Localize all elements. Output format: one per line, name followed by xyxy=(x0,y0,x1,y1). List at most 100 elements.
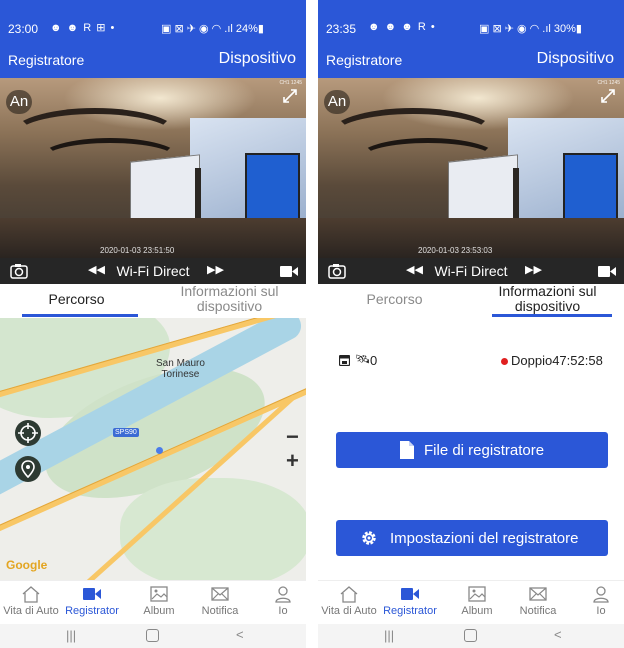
nav-label: Registrator xyxy=(383,605,437,617)
system-navigation-bar: ||| < xyxy=(318,624,624,648)
connection-mode-label: Wi-Fi Direct xyxy=(434,263,508,279)
video-scene xyxy=(563,153,618,223)
forward-icon[interactable]: ▶▶ xyxy=(525,263,542,276)
record-video-icon[interactable] xyxy=(280,265,298,278)
nav-label: Vita di Auto xyxy=(3,605,59,617)
map-pin-icon[interactable] xyxy=(15,456,41,482)
mail-icon xyxy=(529,587,547,601)
nav-label: Notifica xyxy=(519,605,557,617)
video-controls: Wi-Fi Direct ◀◀ ▶▶ xyxy=(0,258,306,284)
recorder-files-label: File di registratore xyxy=(424,442,545,459)
road-shield-label: SPS90 xyxy=(113,428,139,437)
status-notification-icons: ☻ ☻ ☻ R • xyxy=(368,21,436,33)
page-title: Registratore xyxy=(326,52,403,68)
sd-card-icon xyxy=(339,355,350,366)
recording-indicator-dot xyxy=(501,358,508,365)
tab-route[interactable]: Percorso xyxy=(318,292,471,307)
tab-device-info[interactable]: Informazioni sul dispositivo xyxy=(153,284,306,314)
recorder-files-button[interactable]: File di registratore xyxy=(336,432,608,468)
home-button[interactable] xyxy=(146,629,159,642)
nav-item-registrator[interactable]: Registrator xyxy=(379,585,441,617)
nav-label: Io xyxy=(278,605,288,617)
nav-item-vita-di-auto[interactable]: Vita di Auto xyxy=(318,585,380,617)
back-button[interactable]: < xyxy=(554,627,562,642)
video-camera-icon xyxy=(83,588,101,600)
tab-bar: Percorso Informazioni sul dispositivo xyxy=(318,284,624,318)
status-notification-icons: ☻ ☻ R ⊞ • xyxy=(50,22,116,34)
nav-label: Registrator xyxy=(65,605,119,617)
rewind-icon[interactable]: ◀◀ xyxy=(406,263,423,276)
locate-crosshair-icon[interactable] xyxy=(15,420,41,446)
video-scene xyxy=(358,138,498,178)
tab-bar: Percorso Informazioni sul dispositivo xyxy=(0,284,306,318)
nav-label: Io xyxy=(596,605,606,617)
video-channel-label: CH1 1245 xyxy=(279,80,302,86)
person-icon xyxy=(593,586,609,603)
recent-apps-button[interactable]: ||| xyxy=(384,628,394,643)
person-icon xyxy=(275,586,291,603)
recorder-settings-button[interactable]: Impostazioni del registratore xyxy=(336,520,608,556)
forward-icon[interactable]: ▶▶ xyxy=(207,263,224,276)
rewind-icon[interactable]: ◀◀ xyxy=(88,263,105,276)
status-system-icons: ▣ ⊠ ✈ ◉ ◠ .ıl 30%▮ xyxy=(479,23,582,35)
phone-screen-right: 23:35 ☻ ☻ ☻ R • ▣ ⊠ ✈ ◉ ◠ .ıl 30%▮ Regis… xyxy=(318,0,624,648)
home-button[interactable] xyxy=(464,629,477,642)
status-bar: 23:00 ☻ ☻ R ⊞ • ▣ ⊠ ✈ ◉ ◠ .ıl 24%▮ xyxy=(0,0,306,44)
app-bar: Registratore Dispositivo xyxy=(318,44,624,78)
tab-device-info-clip: Informazioni sul dispositivo xyxy=(153,284,306,315)
live-video-preview[interactable]: CH1 1245 An 2020-01-03 23:53:03 xyxy=(318,78,624,258)
zoom-out-button[interactable]: − xyxy=(286,424,299,450)
record-video-icon[interactable] xyxy=(598,265,616,278)
home-icon xyxy=(22,586,40,603)
gear-icon xyxy=(362,531,376,545)
nav-label: Album xyxy=(461,605,493,617)
tab-device-info[interactable]: Informazioni sul dispositivo xyxy=(471,284,624,314)
route-map[interactable]: San Mauro Torinese SPS90 − + Google xyxy=(0,318,306,580)
bottom-navigation: Vita di Auto Registrator Album Notifica … xyxy=(318,580,624,624)
status-time: 23:00 xyxy=(8,22,39,36)
overlay-badge[interactable]: An xyxy=(324,90,350,114)
system-navigation-bar: ||| < xyxy=(0,624,306,648)
place-name-line: Torinese xyxy=(161,369,200,380)
active-tab-indicator xyxy=(22,314,138,317)
fullscreen-icon[interactable] xyxy=(600,88,616,104)
fullscreen-icon[interactable] xyxy=(282,88,298,104)
live-video-preview[interactable]: CH1 1245 An 2020-01-03 23:51:50 xyxy=(0,78,306,258)
device-button[interactable]: Dispositivo xyxy=(537,50,614,68)
nav-item-notifica[interactable]: Notifica xyxy=(189,585,251,617)
back-button[interactable]: < xyxy=(236,627,244,642)
nav-item-registrator[interactable]: Registrator xyxy=(61,585,123,617)
status-bar: 23:35 ☻ ☻ ☻ R • ▣ ⊠ ✈ ◉ ◠ .ıl 30%▮ xyxy=(318,0,624,44)
nav-item-vita-di-auto[interactable]: Vita di Auto xyxy=(0,585,62,617)
video-scene xyxy=(245,153,300,223)
nav-label: Vita di Auto xyxy=(321,605,377,617)
zoom-in-button[interactable]: + xyxy=(286,448,299,474)
nav-label: Album xyxy=(143,605,175,617)
recent-apps-button[interactable]: ||| xyxy=(66,628,76,643)
nav-item-album[interactable]: Album xyxy=(128,585,190,617)
nav-item-album[interactable]: Album xyxy=(446,585,508,617)
place-name-line: San Mauro xyxy=(156,358,205,369)
bottom-navigation: Vita di Auto Registrator Album Notifica … xyxy=(0,580,306,624)
status-time: 23:35 xyxy=(326,22,357,36)
tab-route[interactable]: Percorso xyxy=(0,292,153,307)
connection-mode-label: Wi-Fi Direct xyxy=(116,263,190,279)
nav-item-io[interactable]: Io xyxy=(252,585,306,617)
home-icon xyxy=(340,586,358,603)
page-title: Registratore xyxy=(8,52,85,68)
active-tab-indicator xyxy=(492,314,612,317)
video-channel-label: CH1 1245 xyxy=(597,80,620,86)
satellite-count: 0 xyxy=(370,353,378,368)
recording-status: Doppio47:52:58 xyxy=(511,353,603,368)
video-controls: Wi-Fi Direct ◀◀ ▶▶ xyxy=(318,258,624,284)
map-place-label: San Mauro Torinese xyxy=(156,358,205,380)
device-button[interactable]: Dispositivo xyxy=(219,50,296,68)
file-icon xyxy=(400,441,414,459)
app-bar: Registratore Dispositivo xyxy=(0,44,306,78)
nav-item-notifica[interactable]: Notifica xyxy=(507,585,569,617)
nav-item-io[interactable]: Io xyxy=(570,585,624,617)
image-icon xyxy=(150,586,168,602)
status-system-icons: ▣ ⊠ ✈ ◉ ◠ .ıl 24%▮ xyxy=(161,23,264,35)
recorder-settings-label: Impostazioni del registratore xyxy=(390,530,579,547)
overlay-badge[interactable]: An xyxy=(6,90,32,114)
